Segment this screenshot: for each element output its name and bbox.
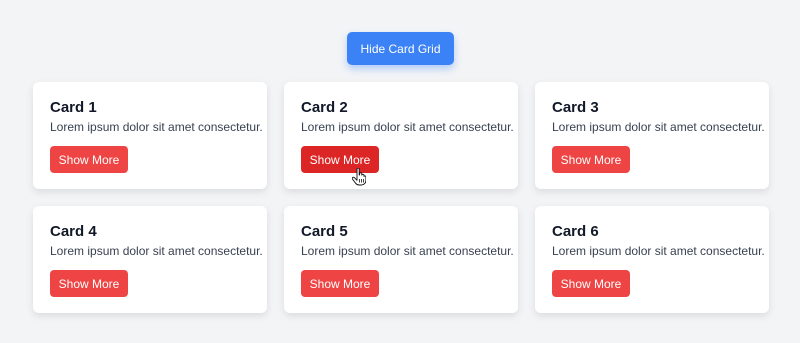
- card-2: Card 2 Lorem ipsum dolor sit amet consec…: [284, 82, 518, 189]
- card-title: Card 6: [552, 223, 599, 240]
- show-more-button[interactable]: Show More: [50, 146, 128, 173]
- card-description: Lorem ipsum dolor sit amet consectetur.: [301, 120, 514, 134]
- card-description: Lorem ipsum dolor sit amet consectetur.: [50, 120, 263, 134]
- card-title: Card 3: [552, 99, 599, 116]
- hide-card-grid-button[interactable]: Hide Card Grid: [347, 32, 454, 65]
- card-6: Card 6 Lorem ipsum dolor sit amet consec…: [535, 206, 769, 313]
- card-title: Card 1: [50, 99, 97, 116]
- show-more-button[interactable]: Show More: [552, 146, 630, 173]
- show-more-button[interactable]: Show More: [552, 270, 630, 297]
- card-description: Lorem ipsum dolor sit amet consectetur.: [552, 120, 765, 134]
- card-title: Card 4: [50, 223, 97, 240]
- show-more-button[interactable]: Show More: [301, 270, 379, 297]
- card-4: Card 4 Lorem ipsum dolor sit amet consec…: [33, 206, 267, 313]
- show-more-button[interactable]: Show More: [301, 146, 379, 173]
- card-description: Lorem ipsum dolor sit amet consectetur.: [552, 244, 765, 258]
- card-title: Card 2: [301, 99, 348, 116]
- card-description: Lorem ipsum dolor sit amet consectetur.: [50, 244, 263, 258]
- show-more-button[interactable]: Show More: [50, 270, 128, 297]
- card-3: Card 3 Lorem ipsum dolor sit amet consec…: [535, 82, 769, 189]
- card-description: Lorem ipsum dolor sit amet consectetur.: [301, 244, 514, 258]
- card-1: Card 1 Lorem ipsum dolor sit amet consec…: [33, 82, 267, 189]
- card-title: Card 5: [301, 223, 348, 240]
- card-5: Card 5 Lorem ipsum dolor sit amet consec…: [284, 206, 518, 313]
- card-grid: Card 1 Lorem ipsum dolor sit amet consec…: [33, 82, 769, 313]
